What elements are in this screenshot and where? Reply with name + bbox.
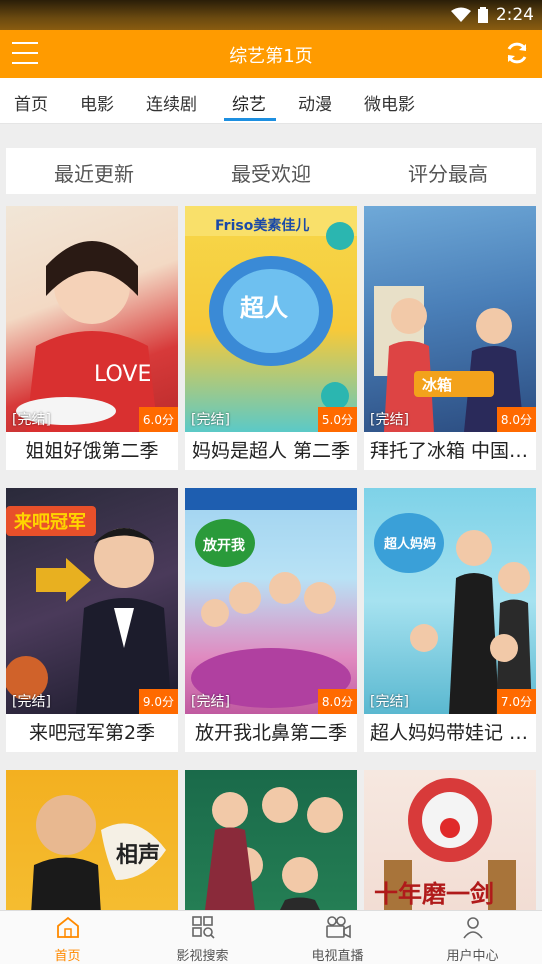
user-icon xyxy=(462,917,483,939)
sort-rating-button[interactable]: 评分最高 xyxy=(360,158,536,187)
status-label: [完结] xyxy=(12,694,51,710)
svg-text:放开我: 放开我 xyxy=(202,537,245,554)
score-badge: 7.0分 xyxy=(496,689,536,714)
show-poster xyxy=(185,770,357,910)
show-card[interactable]: 来吧冠军 [完结] 9.0分 来吧冠军第2季 xyxy=(6,488,178,752)
tab-variety[interactable]: 综艺 xyxy=(232,90,266,115)
show-card[interactable]: Friso美素佳儿 超人 [完结] 5.0分 妈妈是超人 第二季 xyxy=(185,206,357,470)
status-label: [完结] xyxy=(370,412,409,428)
show-poster: LOVE [完结] 6.0分 xyxy=(6,206,178,432)
score-badge: 8.0分 xyxy=(496,407,536,432)
page-title: 综艺第1页 xyxy=(229,46,313,67)
refresh-icon[interactable] xyxy=(504,40,530,66)
status-label: [完结] xyxy=(370,694,409,710)
svg-text:冰箱: 冰箱 xyxy=(422,376,452,394)
status-label: [完结] xyxy=(12,412,51,428)
show-poster: 放开我 [完结] 8.0分 xyxy=(185,488,357,714)
tab-series[interactable]: 连续剧 xyxy=(146,90,197,115)
sort-popular-button[interactable]: 最受欢迎 xyxy=(183,158,359,187)
tab-micro-film[interactable]: 微电影 xyxy=(364,90,415,115)
score-badge: 8.0分 xyxy=(317,689,357,714)
camera-icon xyxy=(325,916,351,939)
show-poster: 冰箱 [完结] 8.0分 xyxy=(364,206,536,432)
svg-text:超人妈妈: 超人妈妈 xyxy=(384,536,436,552)
show-title: 来吧冠军第2季 xyxy=(28,722,156,744)
bottom-nav: 首页 影视搜索 电视直播 用户中心 xyxy=(0,910,542,964)
nav-live-tv[interactable]: 电视直播 xyxy=(270,915,405,964)
svg-text:LOVE: LOVE xyxy=(94,362,151,387)
status-label: [完结] xyxy=(191,412,230,428)
nav-user-center[interactable]: 用户中心 xyxy=(405,915,540,964)
nav-search[interactable]: 影视搜索 xyxy=(135,915,270,964)
score-badge: 9.0分 xyxy=(138,689,178,714)
home-icon xyxy=(56,916,79,938)
show-card[interactable]: 十年磨一剑 xyxy=(364,770,536,910)
svg-text:Friso美素佳儿: Friso美素佳儿 xyxy=(215,217,309,234)
show-poster: 十年磨一剑 xyxy=(364,770,536,910)
svg-text:超人: 超人 xyxy=(240,294,288,322)
show-card[interactable]: LOVE [完结] 6.0分 姐姐好饿第二季 xyxy=(6,206,178,470)
nav-user-center-label: 用户中心 xyxy=(446,949,499,964)
status-bar: 2:24 xyxy=(0,0,542,30)
sort-bar: 最近更新 最受欢迎 评分最高 xyxy=(6,148,536,194)
show-poster: 超人妈妈 [完结] 7.0分 xyxy=(364,488,536,714)
nav-search-label: 影视搜索 xyxy=(176,949,229,964)
tab-movies[interactable]: 电影 xyxy=(80,90,114,115)
tab-anime[interactable]: 动漫 xyxy=(298,90,332,115)
show-poster: 相声 xyxy=(6,770,178,910)
show-card[interactable]: 超人妈妈 [完结] 7.0分 超人妈妈带娃记 第二季 xyxy=(364,488,536,752)
sort-recent-button[interactable]: 最近更新 xyxy=(6,158,182,187)
show-poster: Friso美素佳儿 超人 [完结] 5.0分 xyxy=(185,206,357,432)
show-card[interactable]: 冰箱 [完结] 8.0分 拜托了冰箱 中国版 第二季 xyxy=(364,206,536,470)
show-title: 超人妈妈带娃记 第二季 xyxy=(370,722,536,744)
score-badge: 5.0分 xyxy=(317,407,357,432)
nav-live-tv-label: 电视直播 xyxy=(311,949,364,964)
app-bar: 综艺第1页 xyxy=(0,30,542,78)
show-poster: 来吧冠军 [完结] 9.0分 xyxy=(6,488,178,714)
svg-text:来吧冠军: 来吧冠军 xyxy=(13,512,86,533)
status-label: [完结] xyxy=(191,694,230,710)
nav-home-label: 首页 xyxy=(54,949,81,964)
show-card[interactable]: 相声 xyxy=(6,770,178,910)
show-title: 妈妈是超人 第二季 xyxy=(191,440,351,462)
svg-text:相声: 相声 xyxy=(116,842,160,868)
show-card[interactable]: 放开我 [完结] 8.0分 放开我北鼻第二季 xyxy=(185,488,357,752)
battery-icon xyxy=(478,7,488,23)
show-title: 姐姐好饿第二季 xyxy=(25,440,159,462)
wifi-icon xyxy=(451,7,471,22)
score-badge: 6.0分 xyxy=(138,407,178,432)
clock: 2:24 xyxy=(495,5,534,25)
active-tab-indicator xyxy=(224,118,276,121)
tab-home[interactable]: 首页 xyxy=(14,90,48,115)
show-title: 拜托了冰箱 中国版 第二季 xyxy=(370,440,536,462)
svg-text:十年磨一剑: 十年磨一剑 xyxy=(374,879,494,908)
grid-search-icon xyxy=(191,916,215,939)
show-card[interactable] xyxy=(185,770,357,910)
nav-home[interactable]: 首页 xyxy=(0,915,135,964)
show-title: 放开我北鼻第二季 xyxy=(194,722,347,744)
